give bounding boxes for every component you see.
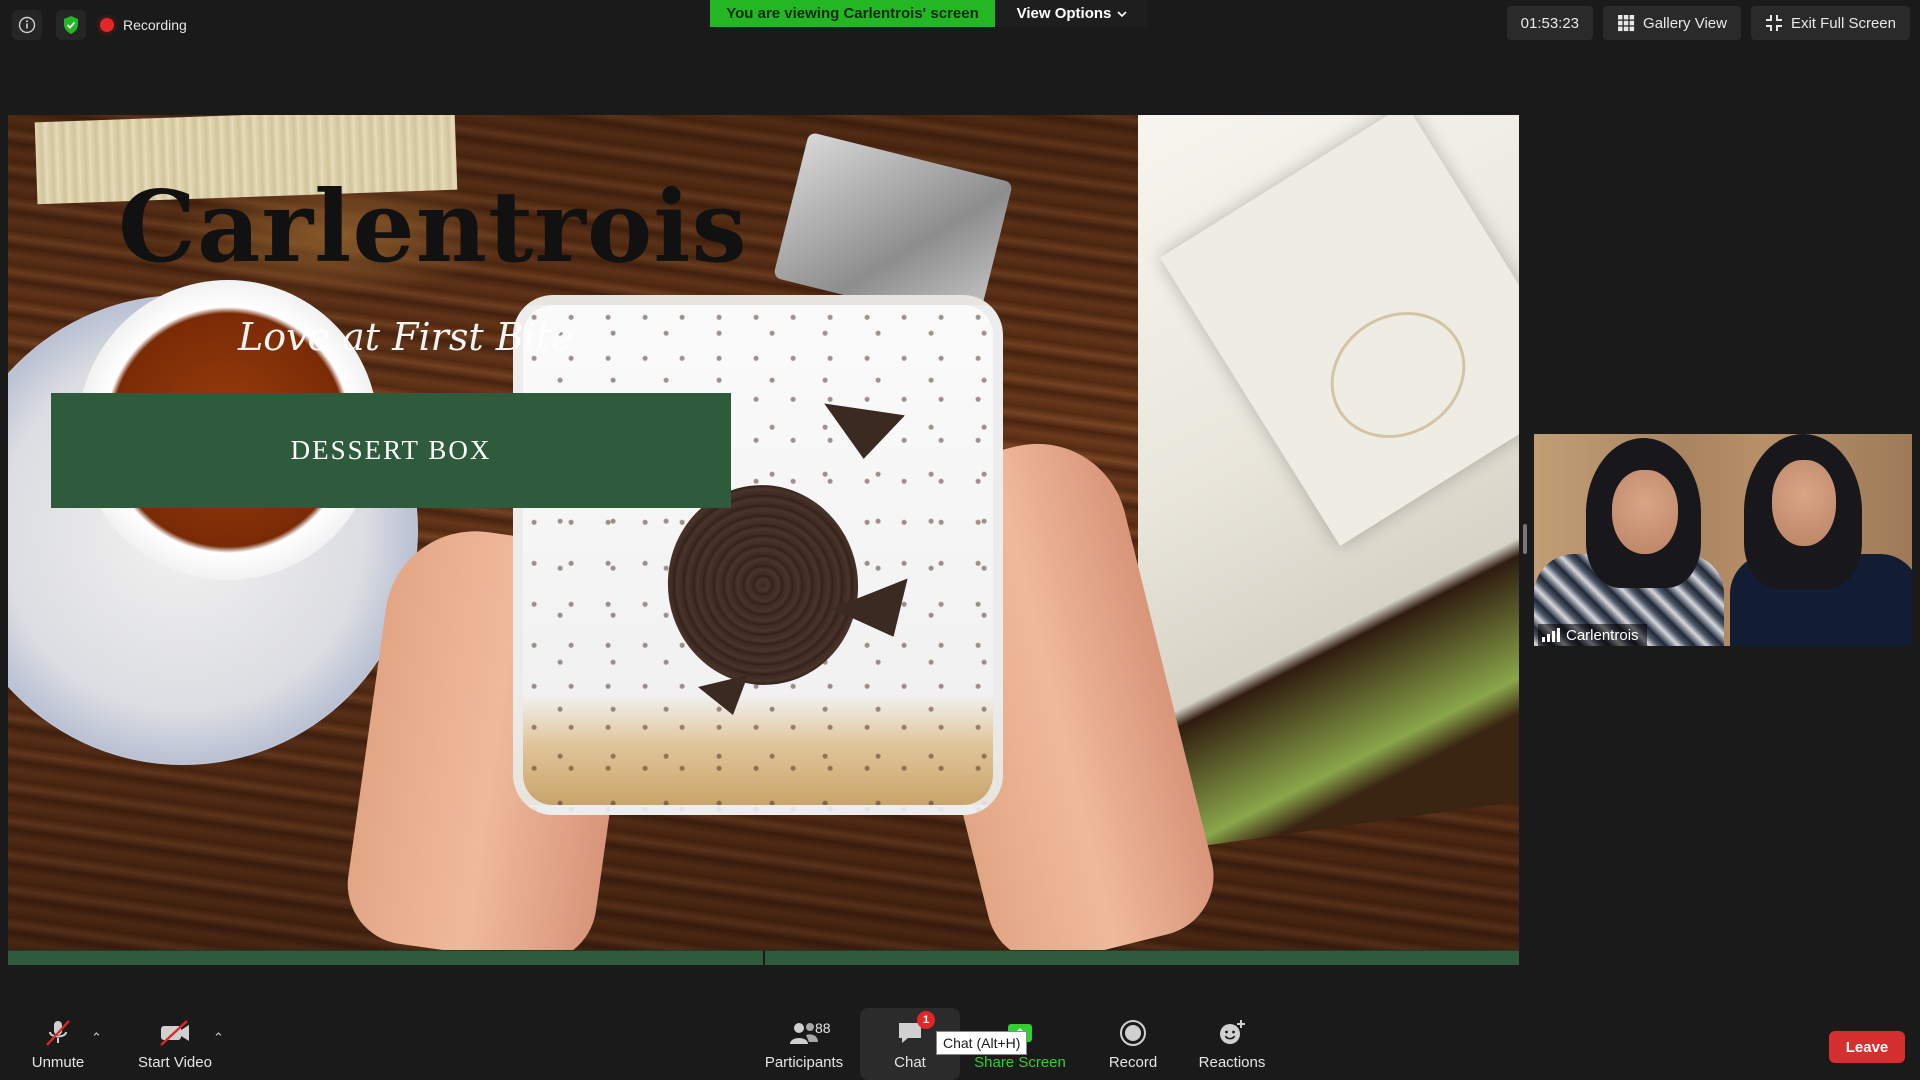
recording-label: Recording xyxy=(123,17,187,33)
participants-button[interactable]: 88 Participants xyxy=(758,1008,850,1080)
participants-count: 88 xyxy=(815,1019,831,1036)
panel-resize-handle[interactable] xyxy=(1523,524,1527,554)
top-bar-right: 01:53:23 Gallery View Exit Full Screen xyxy=(1506,6,1910,40)
unmute-label: Unmute xyxy=(31,1053,85,1071)
product-label: DESSERT BOX xyxy=(290,435,492,465)
reactions-button[interactable]: Reactions xyxy=(1190,1008,1274,1080)
start-video-label: Start Video xyxy=(138,1053,212,1071)
reactions-label: Reactions xyxy=(1198,1053,1266,1071)
gallery-view-button[interactable]: Gallery View xyxy=(1603,6,1741,40)
chat-tooltip: Chat (Alt+H) xyxy=(936,1031,1028,1055)
grid-icon xyxy=(1618,15,1635,32)
gallery-view-label: Gallery View xyxy=(1643,14,1727,32)
shield-check-icon xyxy=(64,16,78,34)
meeting-window: Recording You are viewing Carlentrois' s… xyxy=(0,0,1920,1080)
participant-video-tile[interactable]: Carlentrois xyxy=(1534,434,1912,646)
share-screen-label: Share Screen xyxy=(974,1053,1066,1071)
participant-person-left-face xyxy=(1612,470,1678,554)
chat-label: Chat xyxy=(894,1053,926,1071)
viewing-screen-banner: You are viewing Carlentrois' screen xyxy=(710,0,995,27)
chevron-down-icon xyxy=(1117,10,1127,17)
record-button[interactable]: Record xyxy=(1092,1008,1174,1080)
exit-full-screen-button[interactable]: Exit Full Screen xyxy=(1750,6,1910,40)
participant-name: Carlentrois xyxy=(1566,626,1639,644)
chat-unread-badge: 1 xyxy=(917,1010,935,1029)
participant-person-right-face xyxy=(1772,460,1836,546)
video-options-caret-icon[interactable]: ⌃ xyxy=(213,1030,224,1046)
brand-tagline: Love at First Bite xyxy=(238,315,574,359)
info-button[interactable] xyxy=(12,10,42,40)
view-options-button[interactable]: View Options xyxy=(997,0,1147,27)
start-video-button[interactable]: Start Video xyxy=(130,1008,220,1080)
participant-name-tag: Carlentrois xyxy=(1538,624,1647,646)
exit-full-screen-icon xyxy=(1765,15,1782,31)
recording-indicator[interactable]: Recording xyxy=(100,17,187,33)
meeting-timer: 01:53:23 xyxy=(1506,6,1594,40)
exit-full-screen-label: Exit Full Screen xyxy=(1790,14,1896,32)
slide-footer-divider xyxy=(763,950,765,965)
add-reaction-icon xyxy=(1220,1019,1245,1044)
video-off-icon xyxy=(160,1019,189,1046)
record-icon xyxy=(1120,1019,1146,1046)
brand-title: Carlentrois xyxy=(118,170,748,285)
muted-microphone-icon xyxy=(46,1019,70,1046)
shared-screen[interactable]: Carlentrois Love at First Bite DESSERT B… xyxy=(8,115,1519,965)
audio-options-caret-icon[interactable]: ⌃ xyxy=(91,1030,102,1046)
recording-dot-icon xyxy=(100,18,114,32)
view-options-label: View Options xyxy=(1016,5,1112,22)
security-button[interactable] xyxy=(56,10,86,40)
product-banner: DESSERT BOX xyxy=(51,393,731,508)
leave-button[interactable]: Leave xyxy=(1829,1031,1905,1063)
record-label: Record xyxy=(1108,1053,1158,1071)
participants-label: Participants xyxy=(764,1053,844,1071)
unmute-button[interactable]: Unmute xyxy=(22,1008,94,1080)
info-icon xyxy=(18,16,36,34)
top-bar-left: Recording xyxy=(12,10,187,40)
signal-strength-icon xyxy=(1542,628,1560,642)
